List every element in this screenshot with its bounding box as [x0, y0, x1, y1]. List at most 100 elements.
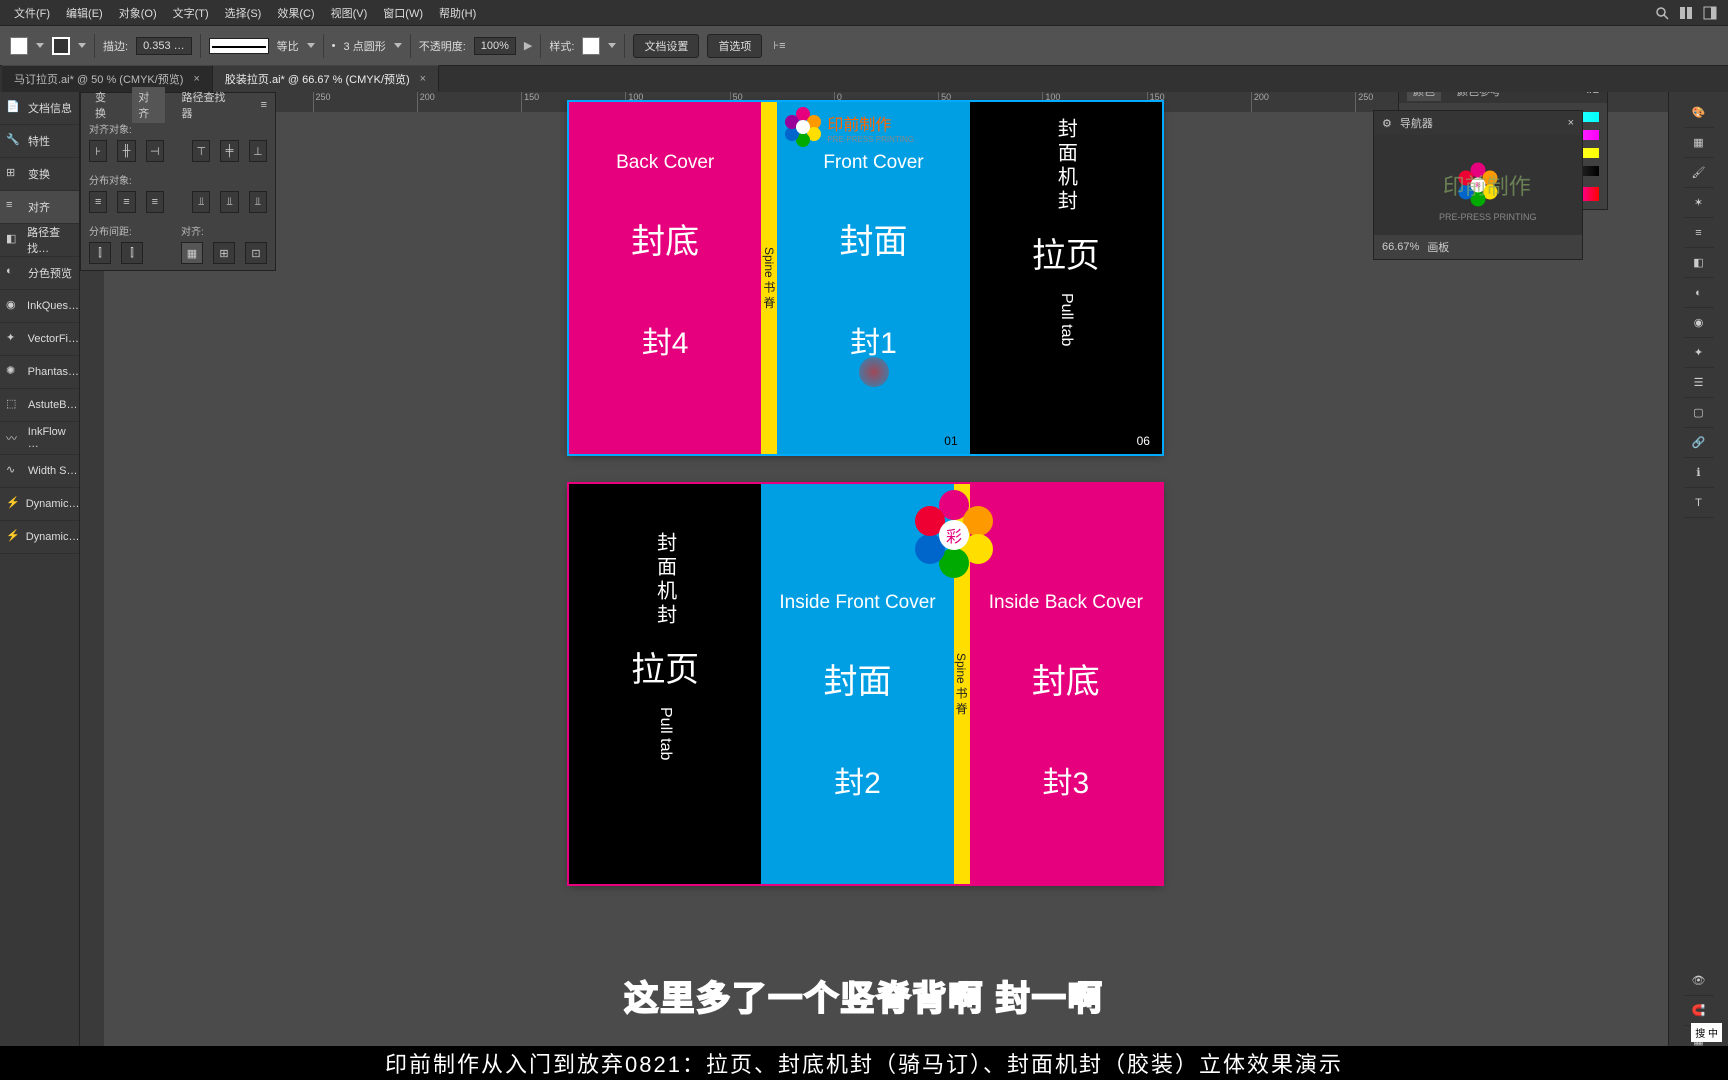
style-dropdown-icon[interactable] — [608, 43, 616, 48]
close-icon[interactable]: × — [1568, 117, 1574, 129]
artboard-outer-cover[interactable]: Back Cover 封底 封4 Spine 书 脊 — [569, 102, 1162, 454]
align-left-button[interactable]: ⊦ — [89, 140, 107, 162]
align-hcenter-button[interactable]: ╫ — [117, 140, 135, 162]
menu-object[interactable]: 对象(O) — [111, 5, 165, 21]
dist-hcenter-button[interactable]: ⫫ — [220, 191, 238, 213]
eye-icon[interactable]: 👁 — [1684, 966, 1714, 996]
panel-align[interactable]: ≡对齐 — [0, 191, 79, 224]
control-bar: 描边: 0.353 … 等比 • 3 点圆形 不透明度: 100% ▶ 样式: … — [0, 26, 1728, 66]
preferences-button[interactable]: 首选项 — [707, 34, 762, 58]
right-panel-dock: 🎨 ▦ 🖌 ✶ ≡ ◧ ◐ ◉ ✦ ☰ ▢ 🔗 ℹ T 👁 🧲 ▦ — [1668, 92, 1728, 1056]
align-tab-align[interactable]: 对齐 — [132, 87, 165, 123]
menu-help[interactable]: 帮助(H) — [431, 5, 484, 21]
symbols-panel-icon[interactable]: ✶ — [1684, 188, 1714, 218]
gradient-panel-icon[interactable]: ◧ — [1684, 248, 1714, 278]
dist-top-button[interactable]: ≡ — [89, 191, 107, 213]
panel-separation[interactable]: ◐分色预览 — [0, 257, 79, 290]
navigator-preview[interactable]: 彩 印前制作 PRE-PRESS PRINTING — [1374, 135, 1582, 235]
panel-attributes[interactable]: 🔧特性 — [0, 125, 79, 158]
color-tab[interactable]: 颜色 — [1407, 92, 1441, 101]
doc-tab-2[interactable]: 胶装拉页.ai* @ 66.67 % (CMYK/预览)× — [213, 65, 439, 92]
dist-left-button[interactable]: ⫫ — [192, 191, 210, 213]
align-to-artboard-button[interactable]: ▦ — [181, 242, 203, 264]
astute-icon: ⬚ — [6, 397, 22, 413]
menu-file[interactable]: 文件(F) — [6, 5, 58, 21]
stroke-swatch[interactable] — [52, 37, 70, 55]
color-panel-icon[interactable]: 🎨 — [1684, 98, 1714, 128]
align-tab-pathfinder[interactable]: 路径查找器 — [175, 87, 240, 123]
panel-vectorfirst[interactable]: ✦VectorFi… — [0, 323, 79, 356]
document-setup-button[interactable]: 文档设置 — [633, 34, 699, 58]
panel-transform[interactable]: ⊞变换 — [0, 158, 79, 191]
fill-dropdown-icon[interactable] — [36, 43, 44, 48]
align-top-button[interactable]: ⊤ — [192, 140, 210, 162]
links-panel-icon[interactable]: 🔗 — [1684, 428, 1714, 458]
opacity-input[interactable]: 100% — [474, 37, 516, 55]
arrange-icon[interactable] — [1698, 3, 1722, 23]
magnet-icon[interactable]: 🧲 — [1684, 996, 1714, 1026]
panel-dynamic2[interactable]: ⚡Dynamic… — [0, 521, 79, 554]
swatches-panel-icon[interactable]: ▦ — [1684, 128, 1714, 158]
distribute-spacing-label: 分布间距: — [81, 219, 173, 240]
artboard-inner-cover[interactable]: 封面机封 拉页 Pull tab Inside Front Cover 封面 封… — [569, 484, 1162, 884]
stroke-panel-icon[interactable]: ≡ — [1684, 218, 1714, 248]
menu-effect[interactable]: 效果(C) — [269, 5, 322, 21]
panel-docinfo[interactable]: 📄文档信息 — [0, 92, 79, 125]
workspace-icon[interactable] — [1674, 3, 1698, 23]
panel-menu-icon[interactable]: ≡ — [261, 99, 267, 111]
dash-label[interactable]: 3 点圆形 — [344, 38, 386, 54]
close-icon[interactable]: × — [193, 73, 199, 85]
artboards-panel-icon[interactable]: ▢ — [1684, 398, 1714, 428]
dist-hspace-button[interactable]: ⫿ — [121, 242, 143, 264]
align-tab-transform[interactable]: 变换 — [89, 87, 122, 123]
panel-phantasm[interactable]: ✺Phantas… — [0, 356, 79, 389]
align-flyout-icon[interactable]: ⊦≡ — [770, 37, 788, 55]
menu-type[interactable]: 文字(T) — [165, 5, 217, 21]
dist-vcenter-button[interactable]: ≡ — [117, 191, 135, 213]
panel-widthstamp[interactable]: ∿Width S… — [0, 455, 79, 488]
align-to-selection-button[interactable]: ⊞ — [213, 242, 235, 264]
flower-icon — [783, 107, 823, 147]
align-vcenter-button[interactable]: ╪ — [220, 140, 238, 162]
color-guide-tab[interactable]: 颜色参考 — [1451, 92, 1507, 101]
stroke-dropdown-icon[interactable] — [78, 43, 86, 48]
layers-panel-icon[interactable]: ☰ — [1684, 368, 1714, 398]
search-icon[interactable] — [1650, 3, 1674, 23]
dist-bottom-button[interactable]: ≡ — [146, 191, 164, 213]
proportion-dropdown-icon[interactable] — [307, 43, 315, 48]
dash-dropdown-icon[interactable] — [394, 43, 402, 48]
menubar: 文件(F) 编辑(E) 对象(O) 文字(T) 选择(S) 效果(C) 视图(V… — [0, 0, 1728, 26]
fill-swatch[interactable] — [10, 37, 28, 55]
align-bottom-button[interactable]: ⊥ — [249, 140, 267, 162]
menu-view[interactable]: 视图(V) — [323, 5, 376, 21]
align-right-button[interactable]: ⊣ — [146, 140, 164, 162]
gear-icon[interactable]: ⚙ — [1382, 117, 1392, 130]
menu-edit[interactable]: 编辑(E) — [58, 5, 111, 21]
menu-select[interactable]: 选择(S) — [217, 5, 270, 21]
ime-badge[interactable]: 搜 中 — [1691, 1023, 1722, 1042]
stroke-style-preview[interactable] — [209, 38, 269, 54]
proportion-label[interactable]: 等比 — [277, 38, 299, 54]
style-swatch[interactable] — [582, 37, 600, 55]
type-panel-icon[interactable]: T — [1684, 488, 1714, 518]
align-to-key-button[interactable]: ⊡ — [245, 242, 267, 264]
panel-menu-icon[interactable]: »≡ — [1586, 92, 1599, 97]
stroke-weight-input[interactable]: 0.353 … — [136, 37, 192, 55]
panel-inkflow[interactable]: 〰InkFlow … — [0, 422, 79, 455]
appearance-panel-icon[interactable]: ◉ — [1684, 308, 1714, 338]
info-panel-icon[interactable]: ℹ — [1684, 458, 1714, 488]
dist-right-button[interactable]: ⫫ — [249, 191, 267, 213]
panel-dynamic1[interactable]: ⚡Dynamic… — [0, 488, 79, 521]
zoom-value[interactable]: 66.67% — [1382, 241, 1419, 253]
brushes-panel-icon[interactable]: 🖌 — [1684, 158, 1714, 188]
pull-tab-inner-panel: 封面机封 拉页 Pull tab — [569, 484, 761, 884]
panel-astute[interactable]: ⬚AstuteB… — [0, 389, 79, 422]
panel-inkquest[interactable]: ◉InkQues… — [0, 290, 79, 323]
canvas-area[interactable]: 3503002502001501005005010015020025030035… — [80, 92, 1668, 1056]
close-icon[interactable]: × — [420, 73, 426, 85]
transparency-panel-icon[interactable]: ◐ — [1684, 278, 1714, 308]
dist-vspace-button[interactable]: ⫿ — [89, 242, 111, 264]
menu-window[interactable]: 窗口(W) — [375, 5, 431, 21]
panel-pathfinder[interactable]: ◧路径查找… — [0, 224, 79, 257]
graphic-styles-icon[interactable]: ✦ — [1684, 338, 1714, 368]
